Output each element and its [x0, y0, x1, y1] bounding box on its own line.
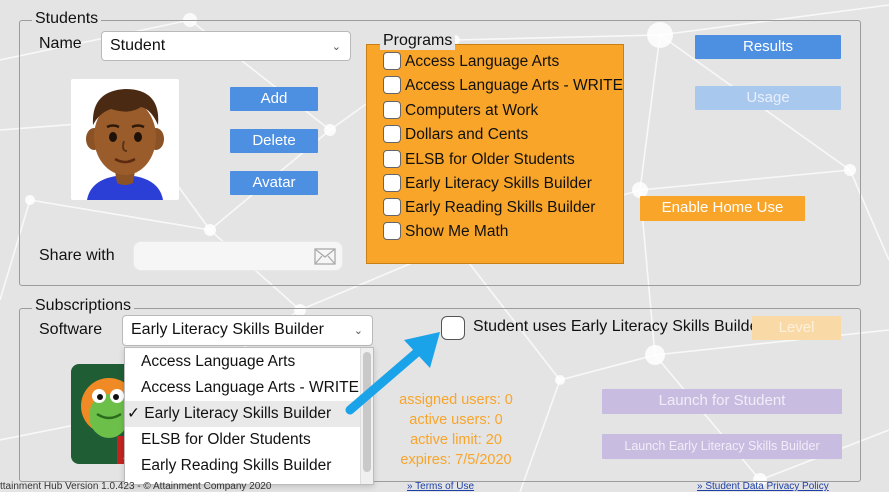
- student-name-select[interactable]: Student ⌄: [101, 31, 351, 61]
- program-checkbox[interactable]: [383, 174, 401, 192]
- program-checkbox[interactable]: [383, 125, 401, 143]
- program-checkbox[interactable]: [383, 150, 401, 168]
- program-label: ELSB for Older Students: [405, 151, 575, 168]
- terms-of-use-link[interactable]: » Terms of Use: [407, 481, 474, 492]
- level-button[interactable]: Level: [752, 316, 841, 340]
- program-checkbox[interactable]: [383, 76, 401, 94]
- avatar: [71, 79, 179, 200]
- software-label: Software: [39, 321, 103, 338]
- share-with-label: Share with: [39, 247, 115, 264]
- privacy-policy-link[interactable]: » Student Data Privacy Policy: [697, 481, 829, 492]
- program-item[interactable]: Access Language Arts - WRITE: [383, 75, 623, 97]
- student-name-value: Student: [110, 37, 166, 54]
- student-uses-checkbox[interactable]: [441, 316, 465, 340]
- chevron-down-icon: ⌄: [331, 41, 341, 53]
- program-checkbox[interactable]: [383, 101, 401, 119]
- active-limit: active limit: 20: [410, 432, 502, 448]
- program-item[interactable]: Early Literacy Skills Builder: [383, 173, 592, 195]
- assigned-users: assigned users: 0: [399, 392, 513, 408]
- program-label: Early Literacy Skills Builder: [405, 175, 592, 192]
- student-uses-label: Student uses Early Literacy Skills Build…: [473, 318, 764, 335]
- add-button[interactable]: Add: [230, 87, 318, 111]
- avatar-button[interactable]: Avatar: [230, 171, 318, 195]
- dropdown-option-selected[interactable]: ✓ Early Literacy Skills Builder: [125, 401, 361, 427]
- software-dropdown-list[interactable]: Access Language Arts Access Language Art…: [124, 347, 374, 485]
- name-label: Name: [39, 35, 82, 52]
- delete-button[interactable]: Delete: [230, 129, 318, 153]
- program-item[interactable]: Early Reading Skills Builder: [383, 197, 595, 219]
- program-item[interactable]: Access Language Arts: [383, 51, 559, 73]
- software-select[interactable]: Early Literacy Skills Builder ⌄: [122, 315, 373, 346]
- program-checkbox[interactable]: [383, 198, 401, 216]
- program-label: Early Reading Skills Builder: [405, 199, 596, 216]
- dropdown-option[interactable]: Access Language Arts: [125, 349, 361, 375]
- results-button[interactable]: Results: [695, 35, 841, 59]
- launch-for-student-button[interactable]: Launch for Student: [602, 389, 842, 414]
- program-item[interactable]: ELSB for Older Students: [383, 149, 575, 171]
- program-label: Dollars and Cents: [405, 126, 529, 143]
- dropdown-option[interactable]: ELSB for Older Students: [125, 427, 361, 453]
- programs-legend: Programs: [380, 32, 456, 50]
- dropdown-option[interactable]: Early Reading Skills Builder: [125, 453, 361, 479]
- software-select-value: Early Literacy Skills Builder: [131, 321, 324, 338]
- boy-avatar-icon: [86, 89, 164, 200]
- active-users: active users: 0: [409, 412, 503, 428]
- program-label: Computers at Work: [405, 102, 539, 119]
- program-label: Access Language Arts: [405, 53, 560, 70]
- dropdown-option[interactable]: Access Language Arts - WRITE: [125, 375, 361, 401]
- enable-home-use-button[interactable]: Enable Home Use: [640, 196, 805, 221]
- share-with-input[interactable]: [133, 241, 343, 271]
- expires: expires: 7/5/2020: [400, 452, 512, 468]
- program-item[interactable]: Dollars and Cents: [383, 124, 528, 146]
- subscription-stats: assigned users: 0 active users: 0 active…: [396, 390, 516, 470]
- program-checkbox[interactable]: [383, 222, 401, 240]
- programs-list: Access Language Arts Access Language Art…: [366, 44, 624, 264]
- launch-app-button[interactable]: Launch Early Literacy Skills Builder: [602, 434, 842, 459]
- program-item[interactable]: Show Me Math: [383, 221, 508, 243]
- usage-button[interactable]: Usage: [695, 86, 841, 110]
- students-legend: Students: [32, 10, 102, 28]
- program-label: Access Language Arts - WRITE: [405, 77, 623, 94]
- subscriptions-legend: Subscriptions: [32, 297, 135, 315]
- program-label: Show Me Math: [405, 223, 509, 240]
- envelope-icon[interactable]: [314, 248, 336, 265]
- program-item[interactable]: Computers at Work: [383, 100, 538, 122]
- program-checkbox[interactable]: [383, 52, 401, 70]
- footer-version: ttainment Hub Version 1.0.423 - © Attain…: [0, 481, 272, 492]
